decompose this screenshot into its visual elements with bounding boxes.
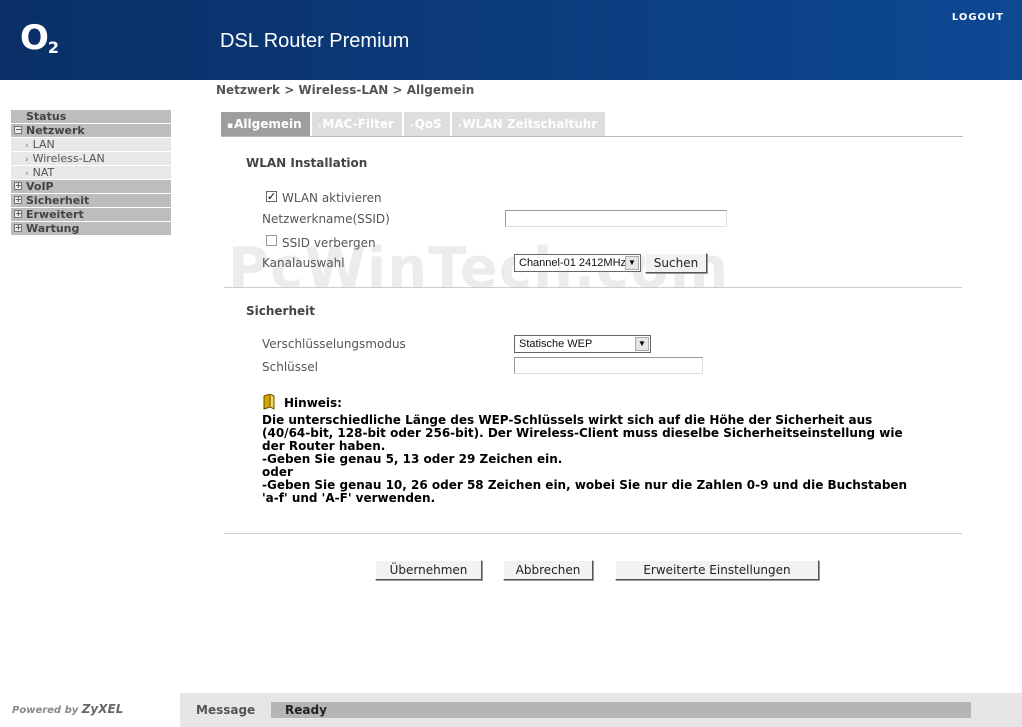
bullet-icon: ▪ — [227, 121, 234, 131]
sidebar-item-wartung[interactable]: + Wartung — [11, 222, 171, 236]
hint-icon — [263, 394, 275, 410]
tab-mac-filter[interactable]: ›MAC-Filter — [311, 112, 402, 136]
key-label: Schlüssel — [262, 360, 318, 374]
channel-label: Kanalauswahl — [262, 256, 345, 270]
hint-line: Die unterschiedliche Länge des WEP-Schlü… — [262, 413, 903, 453]
section-title-wlan: WLAN Installation — [246, 156, 368, 170]
logout-link[interactable]: LOGOUT — [952, 12, 1004, 23]
sidebar-item-voip[interactable]: + VoIP — [11, 180, 171, 194]
chevron-down-icon: ▼ — [625, 256, 639, 270]
arrow-right-icon: › — [409, 121, 414, 131]
ssid-hide-checkbox[interactable] — [266, 235, 277, 246]
expand-icon[interactable]: + — [14, 182, 22, 190]
message-label: Message — [196, 703, 256, 717]
expand-icon[interactable]: + — [14, 210, 22, 218]
hint-title: Hinweis: — [284, 396, 342, 410]
sidebar-item-wireless-lan[interactable]: › Wireless-LAN — [11, 152, 171, 166]
chevron-down-icon: ▼ — [635, 337, 649, 351]
divider — [224, 533, 962, 534]
sidebar-nav: Status − Netzwerk › LAN › Wireless-LAN › NAT… — [11, 110, 171, 236]
tab-divider — [221, 136, 963, 137]
breadcrumb: Netzwerk > Wireless-LAN > Allgemein — [216, 83, 475, 97]
hint-text: Die unterschiedliche Länge des WEP-Schlü… — [262, 414, 922, 505]
ssid-hide-label: SSID verbergen — [282, 236, 376, 250]
arrow-right-icon: › — [25, 169, 29, 179]
arrow-right-icon: › — [317, 121, 322, 131]
hint-line: -Geben Sie genau 5, 13 oder 29 Zeichen e… — [262, 452, 563, 466]
o2-logo: O2 — [20, 18, 59, 58]
expand-icon[interactable]: + — [14, 224, 22, 232]
cancel-button[interactable]: Abbrechen — [503, 560, 593, 580]
advanced-settings-button[interactable]: Erweiterte Einstellungen — [615, 560, 819, 580]
arrow-right-icon: › — [457, 121, 462, 131]
sidebar-item-sicherheit[interactable]: + Sicherheit — [11, 194, 171, 208]
section-title-security: Sicherheit — [246, 304, 315, 318]
sidebar-item-erweitert[interactable]: + Erweitert — [11, 208, 171, 222]
hint-line: -Geben Sie genau 10, 26 oder 58 Zeichen … — [262, 478, 908, 505]
sidebar-item-netzwerk[interactable]: − Netzwerk — [11, 124, 171, 138]
ssid-input[interactable] — [505, 210, 727, 227]
wlan-activate-label: WLAN aktivieren — [282, 191, 382, 205]
wlan-activate-checkbox[interactable]: ✓ — [266, 191, 277, 202]
arrow-right-icon: › — [25, 155, 29, 165]
expand-icon[interactable]: + — [14, 196, 22, 204]
tab-wlan-zeitschaltuhr[interactable]: ›WLAN Zeitschaltuhr — [451, 112, 606, 136]
sidebar-item-lan[interactable]: › LAN — [11, 138, 171, 152]
ssid-label: Netzwerkname(SSID) — [262, 212, 390, 226]
header-bar: O2 DSL Router Premium LOGOUT — [0, 0, 1022, 80]
message-box: Ready — [271, 702, 971, 718]
divider — [224, 287, 962, 288]
key-input[interactable] — [514, 357, 703, 374]
sidebar-item-status[interactable]: Status — [11, 110, 171, 124]
collapse-icon[interactable]: − — [14, 126, 22, 134]
encryption-mode-select[interactable]: Statische WEP ▼ — [514, 335, 651, 353]
powered-by-logo: Powered by ZyXEL — [12, 702, 124, 716]
arrow-right-icon: › — [25, 141, 29, 151]
sidebar-item-nat[interactable]: › NAT — [11, 166, 171, 180]
encryption-mode-label: Verschlüsselungsmodus — [262, 337, 406, 351]
tab-bar: ▪Allgemein ›MAC-Filter ›QoS ›WLAN Zeitsc… — [221, 112, 607, 136]
product-title: DSL Router Premium — [220, 30, 410, 52]
tab-allgemein[interactable]: ▪Allgemein — [221, 112, 310, 136]
apply-button[interactable]: Übernehmen — [375, 560, 482, 580]
scan-button[interactable]: Suchen — [645, 253, 707, 273]
channel-select[interactable]: Channel-01 2412MHz ▼ — [514, 254, 641, 272]
tab-qos[interactable]: ›QoS — [403, 112, 450, 136]
